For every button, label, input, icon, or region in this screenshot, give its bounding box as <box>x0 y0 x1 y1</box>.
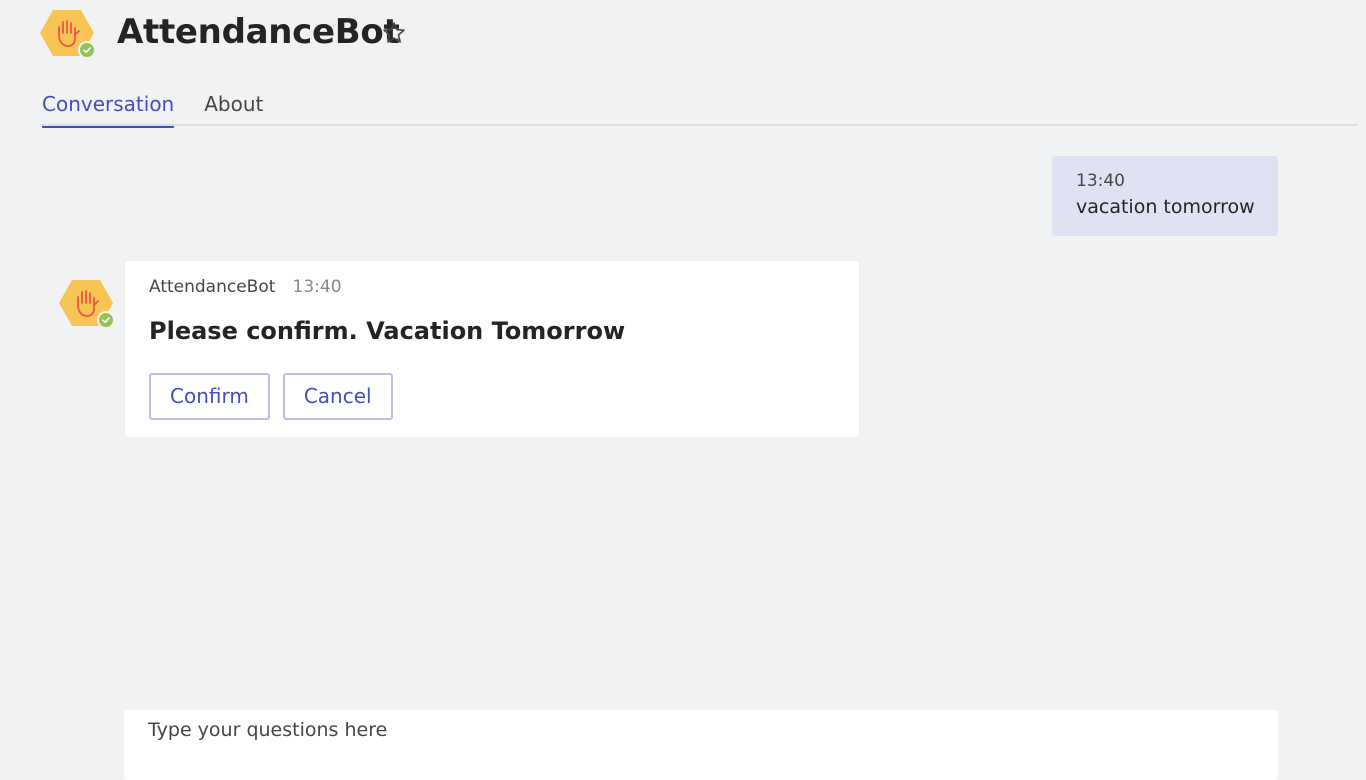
user-message-bubble: 13:40 vacation tomorrow <box>1052 156 1278 236</box>
presence-badge <box>78 41 96 59</box>
card-actions: Confirm Cancel <box>149 373 835 420</box>
tab-conversation[interactable]: Conversation <box>42 86 175 128</box>
bot-message-heading: Please confirm. Vacation Tomorrow <box>149 317 626 345</box>
page-title: AttendanceBot <box>117 12 400 52</box>
cancel-button[interactable]: Cancel <box>282 373 393 420</box>
bot-message-sender: AttendanceBot <box>149 277 276 297</box>
user-message-text: vacation tomorrow <box>1076 196 1255 218</box>
bot-message-avatar <box>59 278 115 329</box>
confirm-button[interactable]: Confirm <box>149 373 270 420</box>
tab-about[interactable]: About <box>204 86 263 125</box>
bot-avatar <box>40 8 96 59</box>
star-outline-icon <box>381 22 407 50</box>
header-divider <box>42 124 1358 126</box>
favorite-button[interactable] <box>381 20 407 46</box>
presence-badge <box>97 311 115 329</box>
compose-box <box>124 710 1278 780</box>
bot-message-card: AttendanceBot 13:40 Please confirm. Vaca… <box>125 261 859 437</box>
tab-bar: Conversation About <box>42 86 263 128</box>
user-message-time: 13:40 <box>1076 171 1125 191</box>
bot-message-meta: AttendanceBot 13:40 <box>149 275 835 299</box>
message-input[interactable] <box>124 710 1278 780</box>
bot-message-time: 13:40 <box>292 277 342 297</box>
app-header: AttendanceBot Conversation About <box>0 0 1366 128</box>
